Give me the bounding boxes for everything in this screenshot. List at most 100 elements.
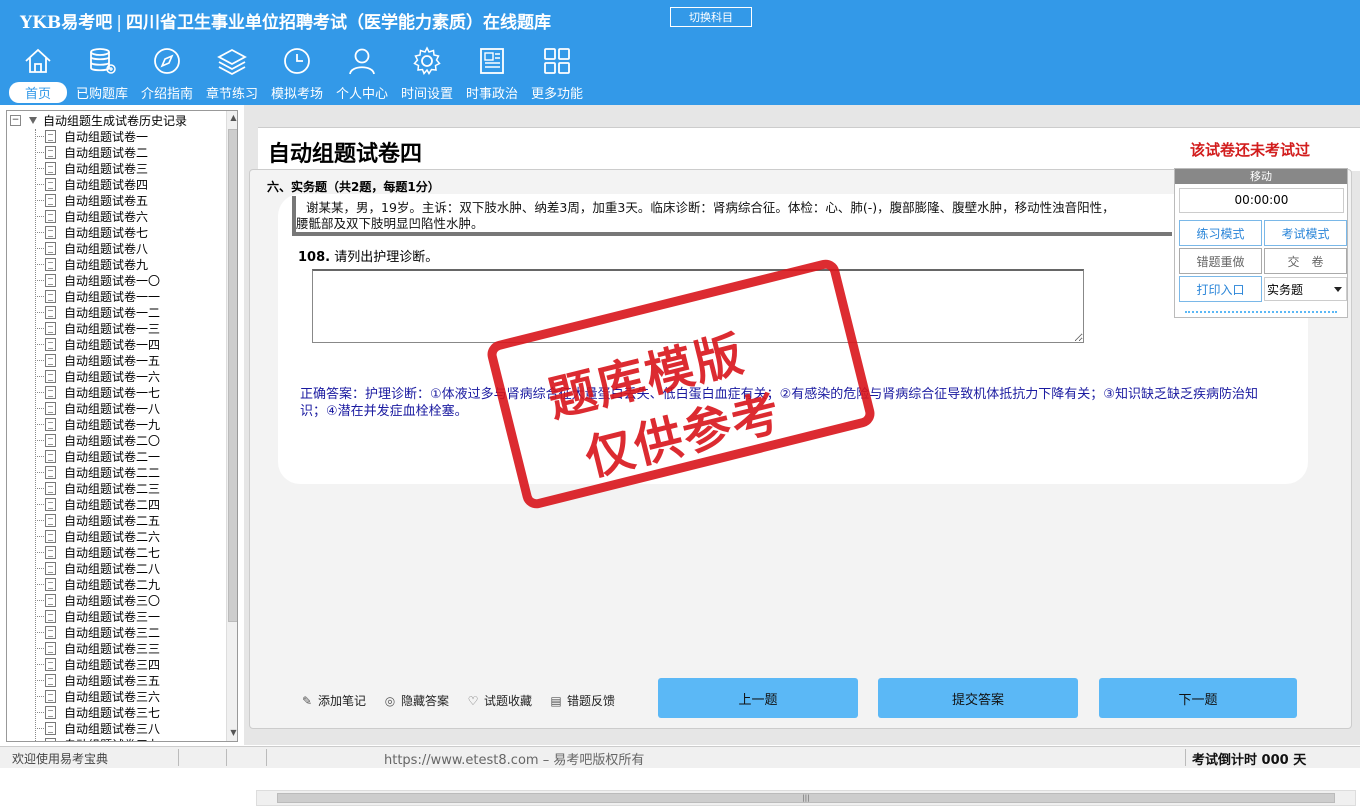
tree-item[interactable]: 自动组题试卷九: [7, 256, 160, 272]
document-icon: [45, 209, 56, 223]
prev-question-button[interactable]: 上一题: [658, 678, 858, 718]
print-button[interactable]: 打印入口: [1179, 276, 1262, 302]
nav-current-affairs[interactable]: 时事政治: [460, 46, 524, 104]
tree-item[interactable]: 自动组题试卷八: [7, 240, 160, 256]
tree-item-label: 自动组题试卷三四: [64, 657, 161, 672]
question-number: 108.: [298, 250, 331, 265]
nav-profile[interactable]: 个人中心: [330, 46, 394, 104]
grid-icon: [544, 48, 570, 74]
submit-answer-button[interactable]: 提交答案: [878, 678, 1078, 718]
nav-mock-exam[interactable]: 模拟考场: [265, 46, 329, 104]
tree-item[interactable]: 自动组题试卷二: [7, 144, 160, 160]
redo-wrong-button[interactable]: 错题重做: [1179, 248, 1262, 274]
nav-time-settings[interactable]: 时间设置: [395, 46, 459, 104]
tree-item[interactable]: 自动组题试卷三六: [7, 688, 160, 704]
question-type-select[interactable]: 实务题: [1264, 277, 1347, 301]
tree-item-label: 自动组题试卷一八: [64, 401, 161, 416]
tree-item[interactable]: 自动组题试卷一二: [7, 304, 160, 320]
nav-label: 时事政治: [465, 87, 518, 102]
tree-item[interactable]: 自动组题试卷二一: [7, 448, 160, 464]
nav-chapter-practice[interactable]: 章节练习: [200, 46, 264, 104]
hand-in-button[interactable]: 交 卷: [1264, 248, 1347, 274]
report-error-button[interactable]: ▤ 错题反馈: [550, 692, 615, 709]
tree-list: 自动组题试卷一 自动组题试卷二 自动组题试卷三 自动组题试卷四 自动组题试卷五 自动组题试…: [7, 128, 160, 741]
tree-item[interactable]: 自动组题试卷三五: [7, 672, 160, 688]
tree-item-label: 自动组题试卷二七: [64, 545, 161, 560]
tree-item[interactable]: 自动组题试卷二四: [7, 496, 160, 512]
tree-item[interactable]: 自动组题试卷七: [7, 224, 160, 240]
tree-item[interactable]: 自动组题试卷二七: [7, 544, 160, 560]
tree-item[interactable]: 自动组题试卷一: [7, 128, 160, 144]
document-icon: [45, 193, 56, 207]
horizontal-scrollbar[interactable]: |||: [256, 790, 1356, 806]
scrollbar-thumb[interactable]: [228, 129, 237, 622]
nav-label: 时间设置: [400, 87, 453, 102]
nav-label: 介绍指南: [140, 87, 193, 102]
heart-icon: ♡: [467, 693, 479, 708]
nav-label: 已购题库: [75, 87, 128, 102]
nav-more-functions[interactable]: 更多功能: [525, 46, 589, 104]
tree-item[interactable]: 自动组题试卷二二: [7, 464, 160, 480]
tree-item[interactable]: 自动组题试卷三一: [7, 608, 160, 624]
favorite-button[interactable]: ♡ 试题收藏: [467, 692, 532, 709]
tree-item-label: 自动组题试卷一〇: [64, 273, 161, 288]
tree-item[interactable]: 自动组题试卷六: [7, 208, 160, 224]
tree-item[interactable]: 自动组题试卷三九: [7, 736, 160, 741]
tree-item[interactable]: 自动组题试卷二九: [7, 576, 160, 592]
case-stem: 谢某某，男，19岁。主诉：双下肢水肿、纳差3周，加重3天。临床诊断：肾病综合征。…: [292, 196, 1172, 236]
tree-root-label: 自动组题生成试卷历史记录: [43, 113, 188, 128]
tree-item[interactable]: 自动组题试卷三八: [7, 720, 160, 736]
switch-subject-button[interactable]: 切换科目: [670, 7, 752, 27]
tree-item[interactable]: 自动组题试卷一一: [7, 288, 160, 304]
next-question-button[interactable]: 下一题: [1099, 678, 1297, 718]
exam-mode-button[interactable]: 考试模式: [1264, 220, 1347, 246]
scrollbar-thumb[interactable]: |||: [277, 793, 1335, 803]
tree-item[interactable]: 自动组题试卷三三: [7, 640, 160, 656]
tree-item-label: 自动组题试卷三一: [64, 609, 161, 624]
tree-item[interactable]: 自动组题试卷二八: [7, 560, 160, 576]
selected-type: 实务题: [1267, 283, 1304, 297]
tree-item[interactable]: 自动组题试卷一八: [7, 400, 160, 416]
tree-item[interactable]: 自动组题试卷三七: [7, 704, 160, 720]
case-stem-line: 腰骶部及双下肢明显凹陷性水肿。: [296, 216, 484, 231]
document-icon: [45, 337, 56, 351]
tree-item[interactable]: 自动组题试卷五: [7, 192, 160, 208]
practice-mode-button[interactable]: 练习模式: [1179, 220, 1262, 246]
nav-label: 首页: [8, 82, 67, 103]
tree-root[interactable]: − 自动组题生成试卷历史记录: [7, 112, 187, 128]
nav-guide[interactable]: 介绍指南: [135, 46, 199, 104]
tree-item-label: 自动组题试卷一九: [64, 417, 161, 432]
tree-item[interactable]: 自动组题试卷一六: [7, 368, 160, 384]
collapse-icon[interactable]: −: [10, 114, 21, 126]
document-icon: [45, 353, 56, 367]
tree-item[interactable]: 自动组题试卷一七: [7, 384, 160, 400]
tree-item[interactable]: 自动组题试卷二〇: [7, 432, 160, 448]
tree-item[interactable]: 自动组题试卷一三: [7, 320, 160, 336]
tree-item[interactable]: 自动组题试卷三二: [7, 624, 160, 640]
tree-item[interactable]: 自动组题试卷一四: [7, 336, 160, 352]
tree-item[interactable]: 自动组题试卷二六: [7, 528, 160, 544]
tree-item[interactable]: 自动组题试卷一九: [7, 416, 160, 432]
nav-purchased[interactable]: 已购题库: [70, 46, 134, 104]
tree-scrollbar[interactable]: ▲ ▼: [226, 111, 237, 741]
layers-icon: [217, 48, 247, 76]
scroll-up-icon[interactable]: ▲: [227, 111, 237, 125]
document-icon: [45, 161, 56, 175]
tree-item[interactable]: 自动组题试卷四: [7, 176, 160, 192]
scroll-down-icon[interactable]: ▼: [227, 726, 237, 740]
document-icon: [45, 593, 56, 607]
document-icon: [45, 145, 56, 159]
panel-move-handle[interactable]: 移动: [1175, 169, 1347, 184]
tree-item[interactable]: 自动组题试卷三四: [7, 656, 160, 672]
add-note-button[interactable]: ✎ 添加笔记: [301, 692, 366, 709]
tree-item[interactable]: 自动组题试卷一五: [7, 352, 160, 368]
tree-item[interactable]: 自动组题试卷二三: [7, 480, 160, 496]
tree-item[interactable]: 自动组题试卷三: [7, 160, 160, 176]
tree-item[interactable]: 自动组题试卷三〇: [7, 592, 160, 608]
nav-home[interactable]: 首页: [6, 46, 70, 104]
document-icon: [45, 705, 56, 719]
tree-item[interactable]: 自动组题试卷一〇: [7, 272, 160, 288]
hide-answer-button[interactable]: ◎ 隐藏答案: [384, 692, 449, 709]
divider: [226, 749, 227, 766]
tree-item[interactable]: 自动组题试卷二五: [7, 512, 160, 528]
